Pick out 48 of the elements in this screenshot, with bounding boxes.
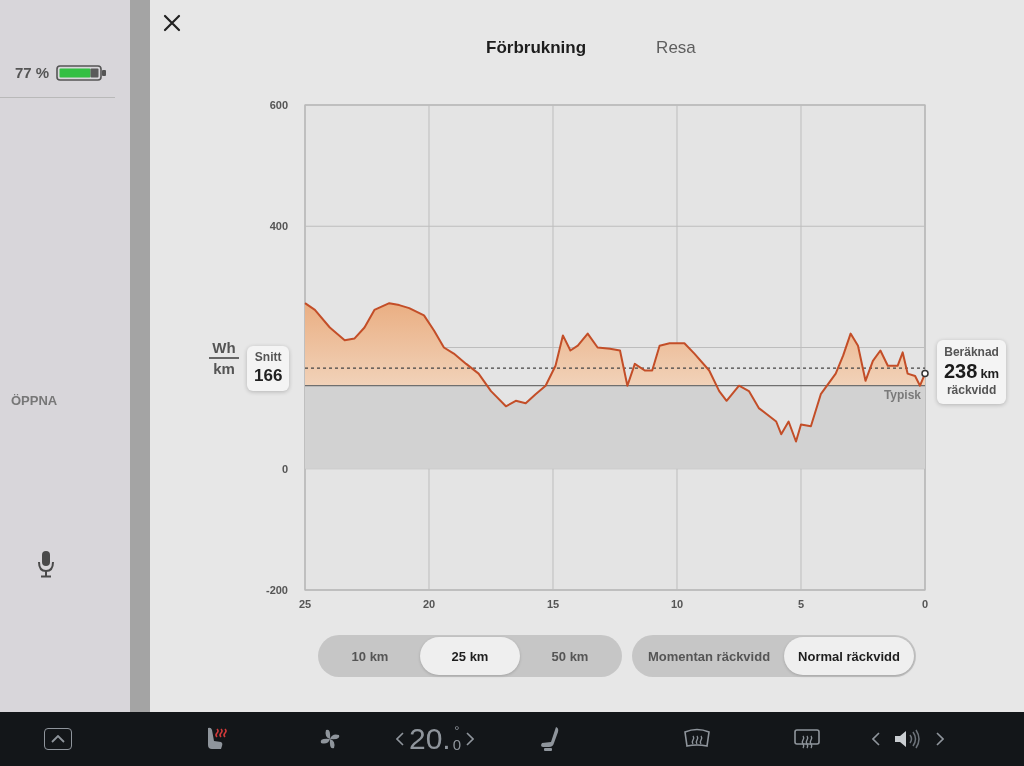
axis-label: 400	[269, 220, 288, 233]
close-icon	[163, 14, 181, 32]
distance-option[interactable]: 10 km	[320, 637, 420, 675]
battery-icon	[56, 64, 109, 81]
voice-button[interactable]	[37, 550, 55, 578]
expand-button[interactable]	[44, 728, 72, 750]
range-title: Beräknad	[944, 344, 999, 360]
tab[interactable]: Förbrukning	[486, 38, 587, 58]
axis-label: 0	[281, 462, 288, 475]
axis-label: 20	[422, 598, 436, 610]
average-label: Snitt	[254, 350, 282, 366]
axis-label: 10	[670, 598, 684, 610]
typical-label: Typisk	[883, 387, 921, 402]
defrost-icon[interactable]	[793, 727, 822, 751]
end-point-icon	[921, 369, 929, 378]
range-mode-option[interactable]: Momentan räckvidd	[634, 637, 785, 675]
axis-label: 25	[298, 598, 312, 610]
range-mode-option[interactable]: Normal räckvidd	[784, 637, 914, 675]
trunk-open-button[interactable]: ÖPPNA	[9, 391, 60, 410]
chevron-left-icon[interactable]	[396, 732, 404, 746]
temperature-decimal: 0	[452, 737, 462, 753]
range-caption: räckvidd	[946, 382, 997, 398]
fan-icon[interactable]	[318, 727, 342, 751]
chevron-up-icon	[51, 735, 65, 743]
axis-label: 5	[797, 598, 805, 610]
speaker-icon[interactable]	[894, 728, 923, 750]
chevron-right-icon[interactable]	[936, 732, 945, 746]
distance-option[interactable]: 25 km	[420, 637, 520, 675]
axis-label: 0	[921, 598, 929, 610]
unit-label: km	[213, 360, 235, 377]
unit-label: Wh	[212, 339, 236, 356]
close-button[interactable]	[162, 13, 182, 33]
range-value: 238	[944, 359, 978, 383]
chevron-right-icon[interactable]	[466, 732, 475, 746]
axis-label: 15	[546, 598, 560, 610]
average-value: 166	[254, 365, 283, 387]
distance-option[interactable]: 50 km	[520, 637, 620, 675]
seat-icon[interactable]	[540, 726, 561, 752]
temperature-value: 20.	[409, 723, 451, 755]
degree-sign: °	[454, 725, 460, 737]
chevron-left-icon[interactable]	[872, 732, 881, 746]
heated-seat-icon[interactable]	[205, 726, 229, 752]
microphone-icon	[37, 550, 55, 578]
battery-percent: 77 %	[15, 64, 50, 81]
tab[interactable]: Resa	[656, 38, 696, 58]
axis-label: 600	[269, 99, 288, 111]
range-unit: km	[980, 365, 1000, 381]
axis-label: -200	[265, 584, 288, 596]
